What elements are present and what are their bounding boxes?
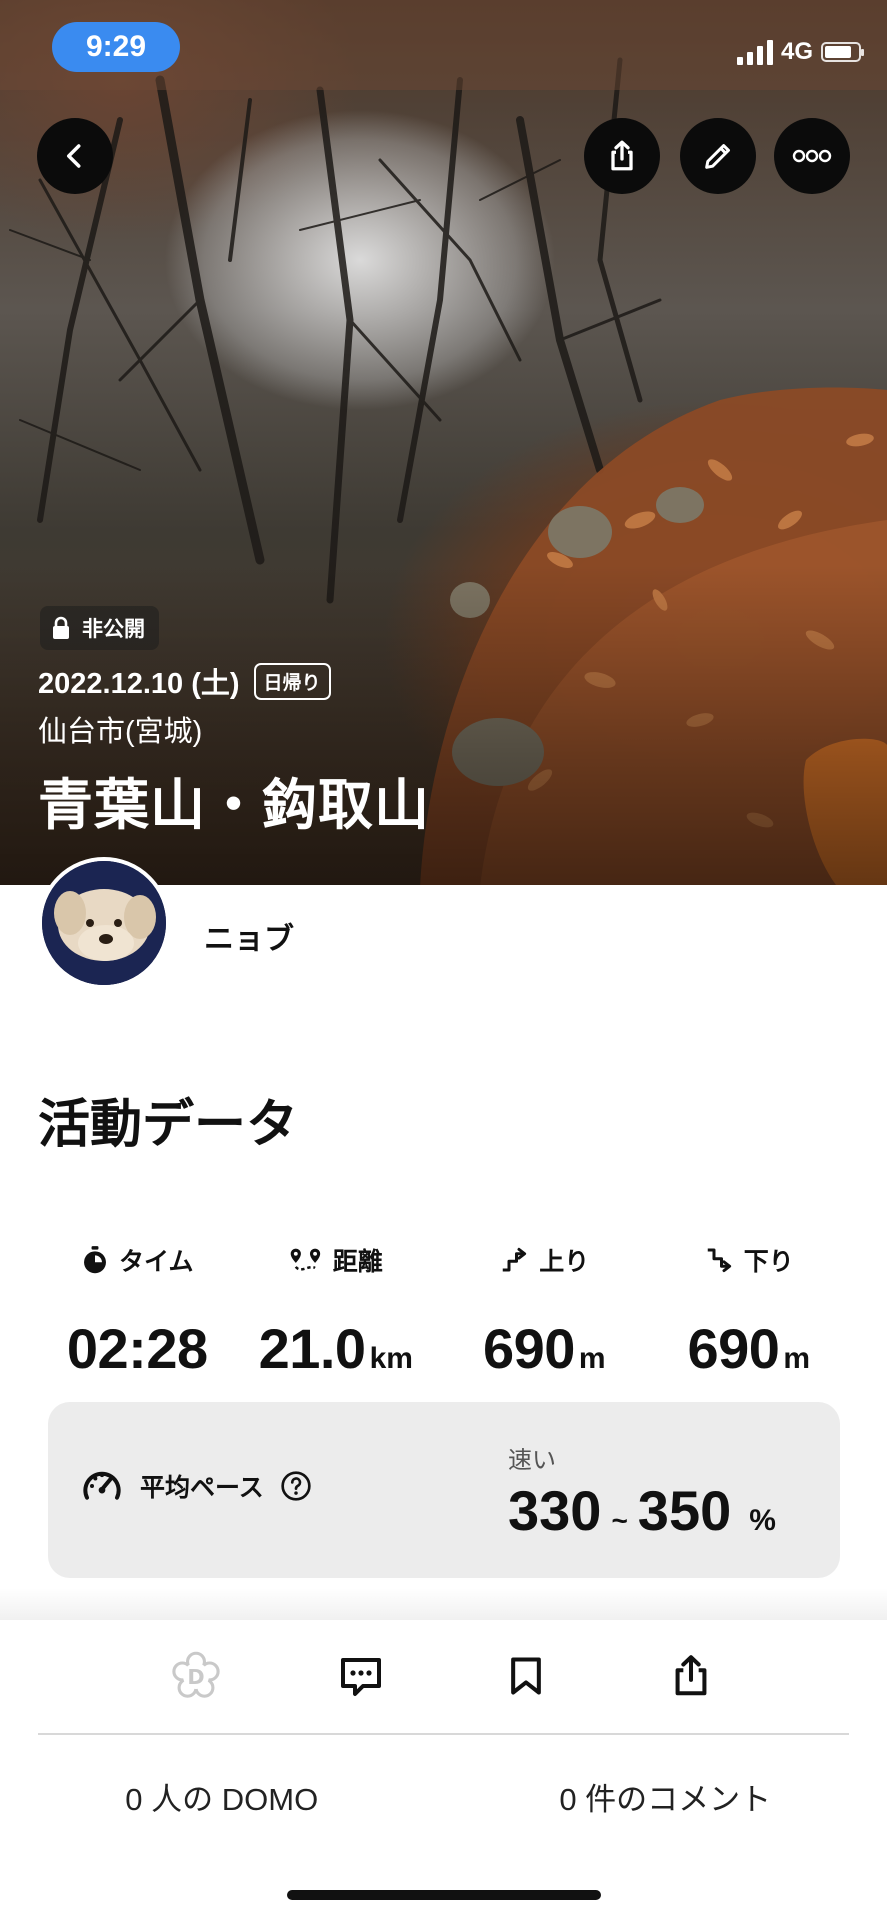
more-horizontal-icon	[792, 149, 832, 163]
comment-icon	[341, 1658, 381, 1696]
action-bar: D	[0, 1620, 887, 1734]
domo-button[interactable]: D	[166, 1646, 226, 1706]
avatar[interactable]	[38, 857, 170, 989]
stat-label-row: 距離	[237, 1238, 436, 1282]
pace-label: 平均ペース	[140, 1474, 264, 1502]
stat-value-row: 690 m	[445, 1316, 644, 1381]
comment-count[interactable]: 0 件のコメント	[444, 1774, 887, 1819]
pace-label-row: 平均ペース	[80, 1466, 312, 1506]
hero-photo	[0, 0, 887, 885]
stat-value-row: 21.0 km	[237, 1316, 436, 1381]
reaction-counts: 0 人の DOMO 0 件のコメント	[0, 1774, 887, 1819]
username[interactable]: ニョブ	[204, 914, 294, 958]
activity-title: 青葉山・鈎取山	[38, 774, 431, 836]
trip-type-tag: 日帰り	[253, 662, 331, 700]
activity-stats: タイム 02:28 距離 21.0 km 上り 690 m 下り 690 m	[38, 1238, 848, 1381]
help-icon[interactable]	[280, 1470, 312, 1502]
svg-text:D: D	[187, 1665, 204, 1689]
domo-icon: D	[172, 1651, 220, 1698]
private-badge: 非公開	[40, 606, 159, 650]
signal-icon	[736, 39, 773, 65]
action-bar-shadow	[0, 1588, 887, 1620]
status-indicators: 4G	[736, 38, 864, 66]
divider	[38, 1733, 849, 1735]
edit-button[interactable]	[680, 118, 756, 194]
stat-unit: m	[783, 1342, 811, 1375]
activity-date-row: 2022.12.10 (土) 日帰り	[38, 660, 331, 702]
stat-label: 距離	[332, 1248, 383, 1276]
stat-value: 21.0	[258, 1317, 367, 1380]
dog-avatar-image	[42, 861, 166, 985]
bookmark-icon	[511, 1657, 541, 1695]
back-button[interactable]	[37, 118, 113, 194]
stat-label: 上り	[539, 1248, 590, 1276]
stat-unit: km	[369, 1342, 413, 1375]
stat-value-row: 02:28	[38, 1316, 237, 1381]
battery-icon	[821, 42, 864, 62]
stat-value: 690	[687, 1317, 780, 1380]
share-top-button[interactable]	[584, 118, 660, 194]
share-icon	[675, 1655, 707, 1696]
activity-date: 2022.12.10 (土)	[38, 668, 240, 700]
pace-tilde: ~	[611, 1505, 628, 1536]
stat-label-row: タイム	[38, 1238, 237, 1282]
comment-button[interactable]	[331, 1646, 391, 1706]
stat-ascent: 上り 690 m	[445, 1238, 644, 1381]
stopwatch-icon	[84, 1246, 106, 1274]
speedometer-icon	[83, 1471, 121, 1500]
share-button[interactable]	[661, 1646, 721, 1706]
section-title-activity: 活動データ	[38, 1096, 299, 1154]
stat-descent: 下り 690 m	[650, 1238, 849, 1381]
ascent-icon	[502, 1247, 527, 1272]
chevron-left-icon	[67, 144, 81, 168]
pace-range: 330 ~ 350 %	[508, 1478, 776, 1543]
lock-icon	[53, 616, 69, 639]
pace-card: 平均ペース 速い 330 ~ 350 %	[48, 1402, 840, 1578]
pencil-icon	[705, 144, 730, 169]
stat-distance: 距離 21.0 km	[237, 1238, 436, 1381]
stat-label: タイム	[118, 1248, 194, 1276]
activity-location: 仙台市(宮城)	[38, 716, 203, 748]
pace-min: 330	[508, 1479, 602, 1542]
descent-icon	[707, 1248, 731, 1273]
share-icon	[611, 140, 633, 171]
stat-time: タイム 02:28	[38, 1238, 237, 1381]
bookmark-button[interactable]	[496, 1646, 556, 1706]
stat-value-row: 690 m	[650, 1316, 849, 1381]
stat-value: 690	[482, 1317, 575, 1380]
more-button[interactable]	[774, 118, 850, 194]
stat-label-row: 下り	[650, 1238, 849, 1282]
stat-label: 下り	[743, 1248, 794, 1276]
stat-unit: m	[578, 1342, 606, 1375]
network-type: 4G	[780, 38, 813, 65]
route-icon	[290, 1248, 320, 1271]
home-indicator[interactable]	[287, 1890, 601, 1900]
private-label: 非公開	[82, 618, 145, 641]
domo-count[interactable]: 0 人の DOMO	[0, 1774, 444, 1819]
pace-max: 350	[637, 1479, 732, 1542]
pace-unit: %	[749, 1504, 776, 1537]
status-time: 9:29	[52, 22, 180, 72]
stat-label-row: 上り	[445, 1238, 644, 1282]
pace-speed-label: 速い	[508, 1447, 556, 1474]
stat-value: 02:28	[66, 1317, 208, 1380]
